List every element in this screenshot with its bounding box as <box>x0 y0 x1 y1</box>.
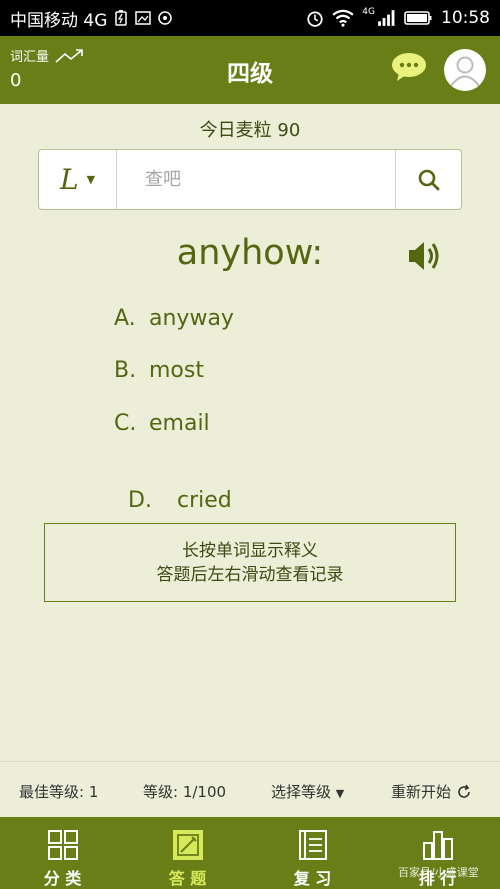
best-level: 最佳等级: 1 <box>19 783 99 801</box>
alarm-icon <box>307 11 323 27</box>
daily-points: 今日麦粒 90 <box>199 120 301 141</box>
speaker-icon[interactable] <box>406 238 442 274</box>
status-bar: 中国移动 4G 4G 10:58 <box>0 0 500 36</box>
search-icon <box>418 169 439 190</box>
select-level-button[interactable]: 选择等级 ▼ <box>271 781 344 802</box>
wifi-icon <box>332 9 354 27</box>
ranking-icon <box>422 831 453 860</box>
nav-category[interactable]: 分 类 <box>0 817 125 889</box>
answer-option-a[interactable]: A. anyway <box>114 306 234 331</box>
nav-review[interactable]: 复 习 <box>250 817 375 889</box>
signal-icon <box>378 10 395 26</box>
language-selector[interactable]: L ▼ <box>39 150 117 209</box>
battery-saver-icon <box>115 10 128 26</box>
chat-icon[interactable] <box>391 52 427 82</box>
app-header: 词汇量 0 四级 <box>0 36 500 104</box>
network-type-label: 4G <box>362 7 375 17</box>
answer-option-d[interactable]: D. cried <box>114 463 232 513</box>
clock: 10:58 <box>441 8 490 28</box>
level-bar: 最佳等级: 1 等级: 1/100 选择等级 ▼ 重新开始 <box>0 761 500 817</box>
current-level: 等级: 1/100 <box>143 783 227 801</box>
language-label: L <box>59 163 79 196</box>
hint-line-2: 答题后左右滑动查看记录 <box>156 565 344 585</box>
sync-icon <box>158 11 173 25</box>
hint-line-1: 长按单词显示释义 <box>182 541 318 561</box>
nav-quiz[interactable]: 答 题 <box>125 817 250 889</box>
avatar[interactable] <box>444 49 486 91</box>
search-input[interactable] <box>117 150 395 209</box>
caret-down-icon: ▼ <box>86 173 96 186</box>
search-bar: L ▼ <box>38 149 462 210</box>
grid-icon <box>47 830 78 860</box>
caret-down-icon: ▼ <box>335 787 345 800</box>
hint-box: 长按单词显示释义 答题后左右滑动查看记录 <box>44 523 456 602</box>
carrier-label: 中国移动 4G <box>10 10 108 31</box>
battery-icon <box>404 11 432 25</box>
answer-option-c[interactable]: C. email <box>114 411 210 436</box>
edit-icon <box>172 830 203 860</box>
watermark: 百家号/小盛课堂 <box>398 866 479 879</box>
restart-button[interactable]: 重新开始 <box>391 781 472 802</box>
refresh-icon <box>458 784 470 798</box>
book-icon <box>298 830 327 860</box>
image-icon <box>135 11 152 25</box>
answer-option-b[interactable]: B. most <box>114 358 204 383</box>
search-button[interactable] <box>395 150 461 209</box>
user-icon <box>450 56 480 87</box>
